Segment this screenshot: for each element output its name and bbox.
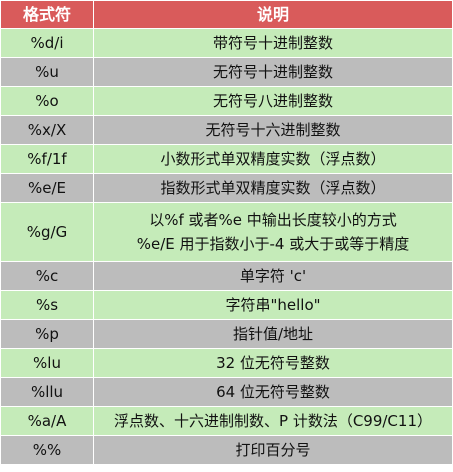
description-cell: 32 位无符号整数 [93,348,453,378]
description-line: 以%f 或者%e 中输出长度较小的方式 [149,211,397,229]
spec-cell: %s [0,290,94,320]
description-line: 浮点数、十六进制制数、P 计数法（C99/C11） [114,412,432,430]
spec-cell: %e/E [0,173,94,203]
description-line: 打印百分号 [235,441,311,459]
description-line: 单字符 'c' [239,267,307,285]
table-row: %e/E 指数形式单双精度实数（浮点数） [0,173,453,203]
spec-cell: %a/A [0,406,94,436]
spec-cell: %o [0,86,94,116]
spec-cell: %g/G [0,202,94,262]
table-row: %g/G 以%f 或者%e 中输出长度较小的方式 %e/E 用于指数小于-4 或… [0,202,453,262]
table-row: %u 无符号十进制整数 [0,57,453,87]
spec-cell: %f/1f [0,144,94,174]
description-line: 无符号十六进制整数 [205,121,341,139]
description-cell: 单字符 'c' [93,261,453,291]
table-row: %x/X 无符号十六进制整数 [0,115,453,145]
spec-cell: %c [0,261,94,291]
spec-cell: %x/X [0,115,94,145]
spec-cell: %% [0,435,94,465]
header-spec: 格式符 [0,0,94,29]
table-row: %a/A 浮点数、十六进制制数、P 计数法（C99/C11） [0,406,453,436]
description-line: 小数形式单双精度实数（浮点数） [160,150,386,168]
description-cell: 指数形式单双精度实数（浮点数） [93,173,453,203]
spec-cell: %lu [0,348,94,378]
table-row: %lu 32 位无符号整数 [0,348,453,378]
spec-cell: %u [0,57,94,87]
description-line: %e/E 用于指数小于-4 或大于或等于精度 [136,235,410,253]
description-line: 32 位无符号整数 [216,354,330,372]
description-cell: 无符号十进制整数 [93,57,453,87]
table-row: %s 字符串"hello" [0,290,453,320]
description-cell: 以%f 或者%e 中输出长度较小的方式 %e/E 用于指数小于-4 或大于或等于… [93,202,453,262]
description-cell: 浮点数、十六进制制数、P 计数法（C99/C11） [93,406,453,436]
description-cell: 无符号十六进制整数 [93,115,453,145]
table-row: %llu 64 位无符号整数 [0,377,453,407]
format-specifier-table: 格式符 说明 %d/i 带符号十进制整数 %u 无符号十进制整数 %o 无符号八… [0,0,453,465]
table-row: %% 打印百分号 [0,435,453,465]
description-line: 无符号八进制整数 [212,92,333,110]
spec-cell: %p [0,319,94,349]
description-cell: 无符号八进制整数 [93,86,453,116]
table-row: %f/1f 小数形式单双精度实数（浮点数） [0,144,453,174]
table-row: %o 无符号八进制整数 [0,86,453,116]
description-line: 带符号十进制整数 [212,34,333,52]
spec-cell: %d/i [0,28,94,58]
table-row: %p 指针值/地址 [0,319,453,349]
description-line: 指数形式单双精度实数（浮点数） [160,179,386,197]
description-cell: 指针值/地址 [93,319,453,349]
header-description: 说明 [93,0,453,29]
description-cell: 小数形式单双精度实数（浮点数） [93,144,453,174]
header-row: 格式符 说明 [0,0,453,29]
description-line: 指针值/地址 [232,325,314,343]
table-row: %d/i 带符号十进制整数 [0,28,453,58]
description-line: 字符串"hello" [225,296,321,314]
description-cell: 带符号十进制整数 [93,28,453,58]
description-cell: 打印百分号 [93,435,453,465]
description-cell: 字符串"hello" [93,290,453,320]
description-line: 无符号十进制整数 [212,63,333,81]
spec-cell: %llu [0,377,94,407]
table-row: %c 单字符 'c' [0,261,453,291]
description-line: 64 位无符号整数 [216,383,330,401]
description-cell: 64 位无符号整数 [93,377,453,407]
